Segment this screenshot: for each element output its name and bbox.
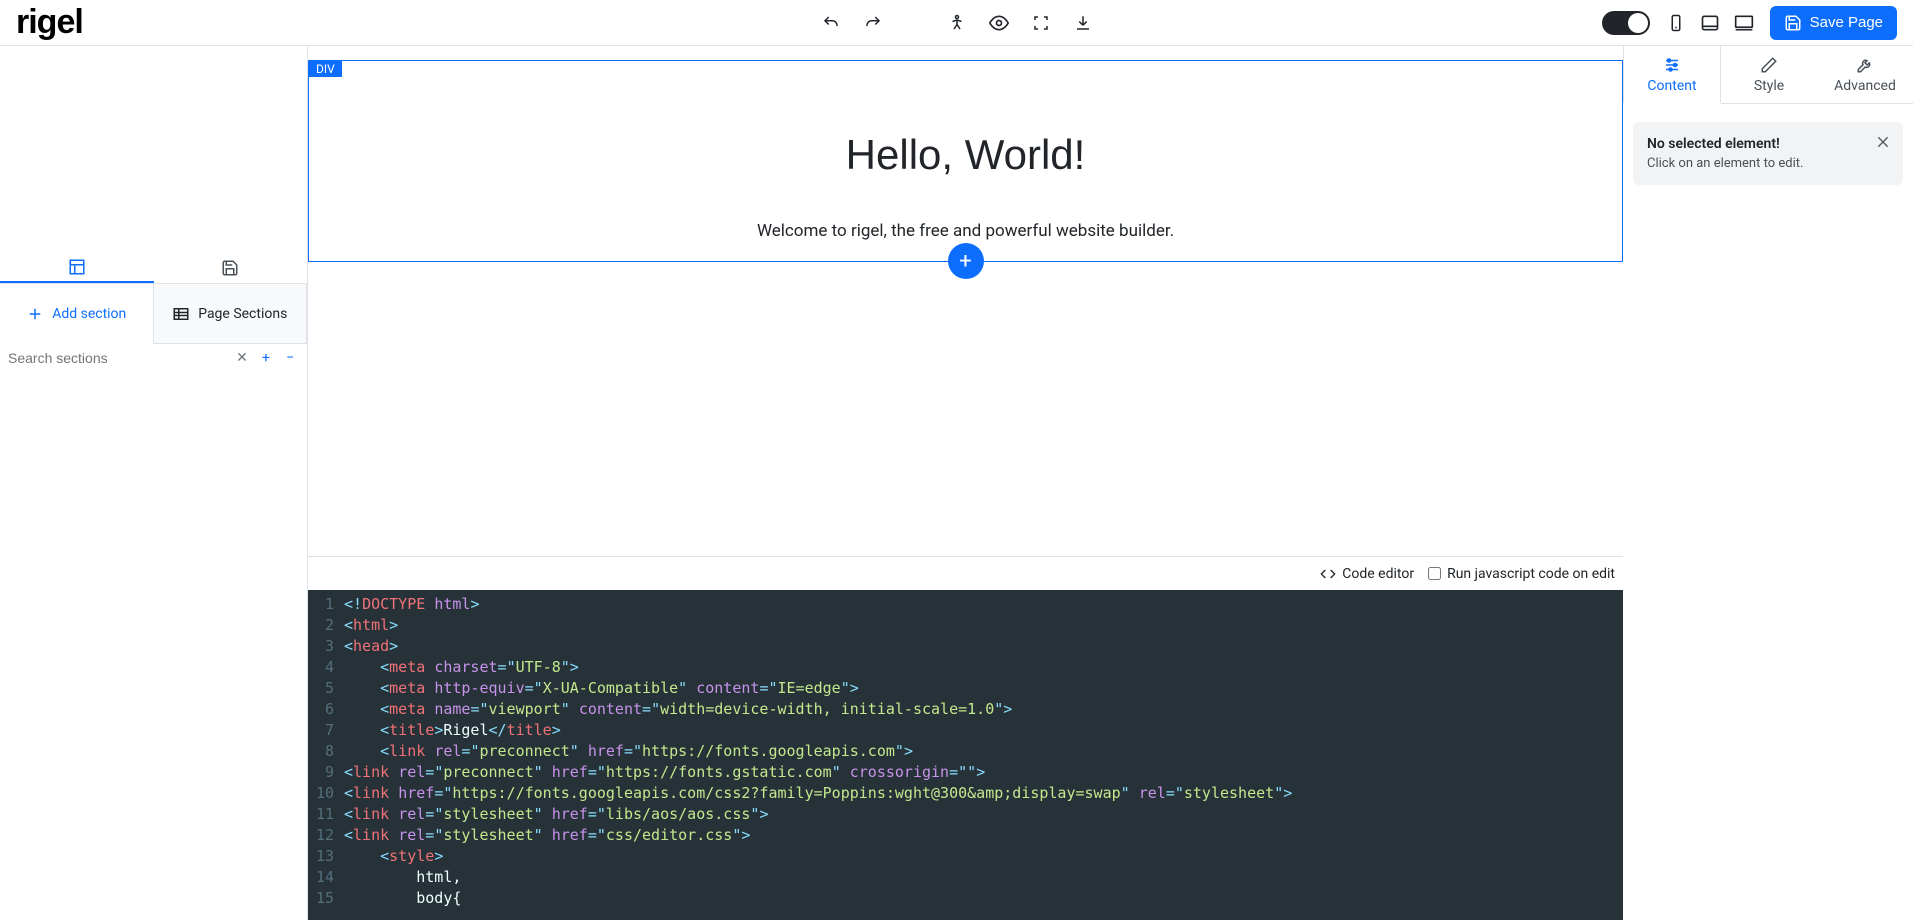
desktop-device-icon[interactable]: [1734, 13, 1754, 33]
layout-icon: [68, 258, 86, 276]
save-page-button[interactable]: Save Page: [1770, 6, 1897, 40]
canvas-heading[interactable]: Hello, World!: [329, 131, 1602, 179]
info-title: No selected element!: [1647, 136, 1889, 152]
accessibility-icon[interactable]: [947, 13, 967, 33]
code-icon: [1320, 566, 1336, 582]
info-text: Click on an element to edit.: [1647, 156, 1889, 171]
dark-mode-toggle[interactable]: [1602, 11, 1650, 35]
tab-style-label: Style: [1754, 78, 1784, 94]
code-editor[interactable]: 1<!DOCTYPE html>2<html>3<head>4 <meta ch…: [308, 590, 1623, 920]
canvas-area: DIV Hello, World! Welcome to rigel, the …: [308, 46, 1623, 920]
fullscreen-icon[interactable]: [1031, 13, 1051, 33]
expand-sections-icon[interactable]: +: [257, 350, 275, 366]
info-close-icon[interactable]: [1875, 134, 1891, 150]
mobile-device-icon[interactable]: [1666, 13, 1686, 33]
add-section-label: Add section: [52, 306, 126, 322]
no-selection-info: No selected element! Click on an element…: [1633, 122, 1903, 185]
right-panel: Content Style Advanced No selected eleme…: [1623, 46, 1913, 920]
save-page-label: Save Page: [1810, 14, 1883, 31]
save-outline-icon: [221, 259, 239, 277]
plus-icon: [26, 305, 44, 323]
logo: rigel: [16, 3, 83, 42]
canvas-subheading[interactable]: Welcome to rigel, the free and powerful …: [329, 221, 1602, 241]
add-element-button[interactable]: +: [948, 243, 984, 279]
page-sections-tab[interactable]: Page Sections: [153, 284, 308, 344]
code-editor-header: Code editor Run javascript code on edit: [308, 556, 1623, 590]
tab-style[interactable]: Style: [1721, 46, 1817, 103]
topbar: rigel Save Page: [0, 0, 1913, 46]
tab-content-label: Content: [1647, 78, 1696, 94]
clear-search-icon[interactable]: ✕: [233, 350, 251, 366]
download-icon[interactable]: [1073, 13, 1093, 33]
tablet-device-icon[interactable]: [1700, 13, 1720, 33]
selected-element[interactable]: DIV Hello, World! Welcome to rigel, the …: [308, 60, 1623, 262]
preview-icon[interactable]: [989, 13, 1009, 33]
element-badge: DIV: [309, 61, 342, 77]
left-panel: Add section Page Sections ✕ + −: [0, 46, 308, 920]
redo-icon[interactable]: [863, 13, 883, 33]
pencil-icon: [1760, 56, 1778, 74]
tab-content[interactable]: Content: [1623, 46, 1721, 104]
save-icon: [1784, 14, 1802, 32]
tools-icon: [1856, 56, 1874, 74]
tab-advanced-label: Advanced: [1834, 78, 1896, 94]
code-editor-label: Code editor: [1342, 566, 1414, 582]
tab-advanced[interactable]: Advanced: [1817, 46, 1913, 103]
left-tab-sections[interactable]: [0, 253, 154, 283]
collapse-sections-icon[interactable]: −: [281, 350, 299, 366]
run-js-toggle[interactable]: Run javascript code on edit: [1428, 566, 1615, 582]
undo-icon[interactable]: [821, 13, 841, 33]
run-js-checkbox[interactable]: [1428, 567, 1441, 580]
page-sections-label: Page Sections: [198, 306, 287, 322]
add-section-tab[interactable]: Add section: [0, 284, 153, 344]
search-sections-input[interactable]: [8, 350, 227, 366]
table-icon: [172, 305, 190, 323]
left-tab-saved[interactable]: [154, 253, 308, 283]
run-js-label: Run javascript code on edit: [1447, 566, 1615, 582]
sliders-icon: [1663, 56, 1681, 74]
